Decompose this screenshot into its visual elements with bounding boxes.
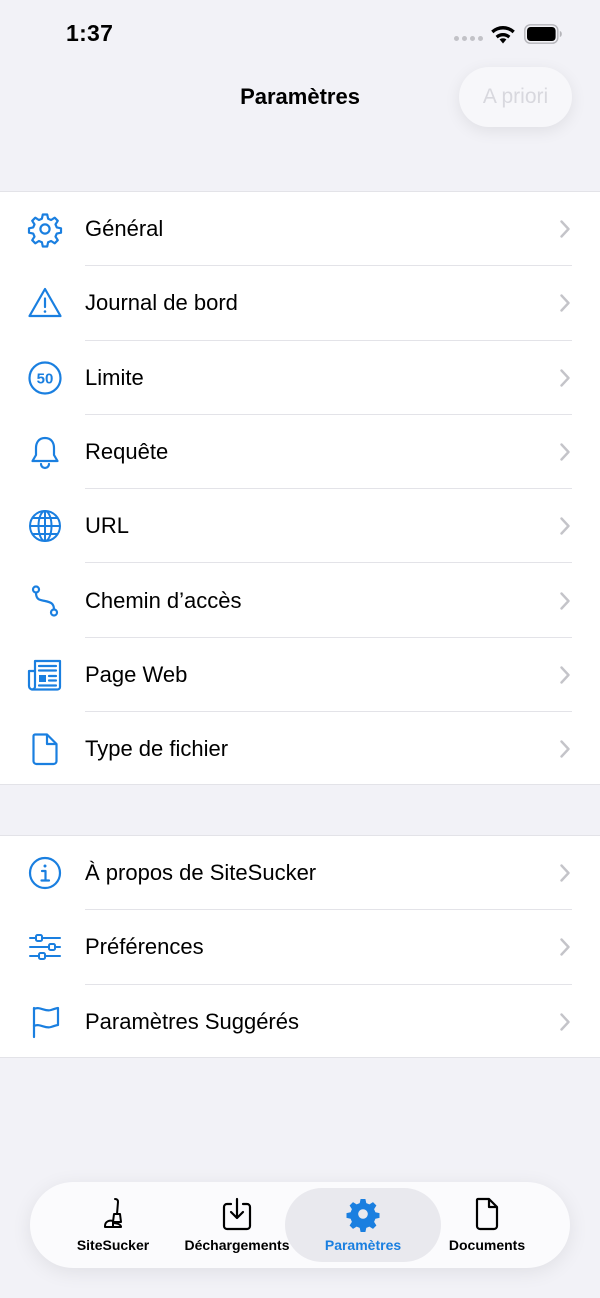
- globe-icon: [26, 507, 64, 545]
- sliders-icon: [26, 928, 64, 966]
- settings-list: Général Journal de bord 50 Limite Requêt…: [0, 191, 600, 785]
- vacuum-icon: [96, 1196, 130, 1232]
- cellular-signal-icon: [454, 36, 483, 42]
- chevron-right-icon: [560, 294, 570, 313]
- status-time: 1:37: [66, 20, 114, 46]
- settings-row-chemin[interactable]: Chemin d’accès: [0, 563, 600, 638]
- settings-row-label: Chemin d’accès: [85, 587, 242, 613]
- path-icon: [26, 582, 64, 620]
- svg-text:50: 50: [37, 370, 54, 387]
- settings-row-label: Général: [85, 216, 164, 242]
- download-tray-icon: [220, 1196, 254, 1232]
- tab-documents[interactable]: Documents: [426, 1182, 548, 1268]
- settings-row-general[interactable]: Général: [0, 192, 600, 267]
- tab-label: Paramètres: [324, 1237, 402, 1253]
- wifi-icon: [491, 26, 515, 44]
- tab-label: SiteSucker: [76, 1237, 150, 1253]
- tab-sitesucker[interactable]: SiteSucker: [52, 1182, 174, 1268]
- settings-row-label: Type de fichier: [85, 736, 229, 762]
- chevron-right-icon: [560, 1013, 570, 1031]
- chevron-right-icon: [560, 938, 570, 957]
- newspaper-icon: [26, 656, 64, 694]
- app-row-label: Préférences: [85, 934, 204, 960]
- settings-row-type-fichier[interactable]: Type de fichier: [0, 712, 600, 786]
- chevron-right-icon: [560, 220, 570, 238]
- speed-limit-50-icon: 50: [26, 359, 64, 397]
- app-row-label: À propos de SiteSucker: [85, 860, 317, 886]
- settings-row-label: Limite: [85, 364, 144, 390]
- document-icon: [26, 730, 64, 768]
- tab-parametres[interactable]: Paramètres: [302, 1182, 424, 1268]
- document-icon: [470, 1196, 504, 1232]
- tab-label: Documents: [448, 1237, 526, 1253]
- warning-triangle-icon: [26, 284, 64, 322]
- gear-icon: [346, 1196, 380, 1232]
- app-list: À propos de SiteSucker Préférences Param…: [0, 835, 600, 1058]
- status-bar: 1:37: [0, 0, 600, 66]
- app-row-preferences[interactable]: Préférences: [0, 910, 600, 985]
- settings-row-journal[interactable]: Journal de bord: [0, 266, 600, 341]
- tab-dechargements[interactable]: Déchargements: [176, 1182, 298, 1268]
- settings-row-limite[interactable]: 50 Limite: [0, 341, 600, 415]
- chevron-right-icon: [560, 517, 570, 536]
- chevron-right-icon: [560, 666, 570, 684]
- app-row-label: Paramètres Suggérés: [85, 1008, 299, 1034]
- gear-icon: [26, 210, 64, 248]
- settings-row-page-web[interactable]: Page Web: [0, 638, 600, 713]
- info-icon: [26, 854, 64, 892]
- settings-row-label: Requête: [85, 439, 169, 465]
- settings-row-url[interactable]: URL: [0, 489, 600, 564]
- chevron-right-icon: [560, 864, 570, 882]
- app-row-about[interactable]: À propos de SiteSucker: [0, 836, 600, 911]
- tab-label: Déchargements: [184, 1237, 290, 1253]
- a-priori-button[interactable]: A priori: [459, 67, 572, 127]
- battery-icon: [524, 24, 562, 44]
- flag-icon: [26, 1003, 64, 1041]
- tab-bar: SiteSucker Déchargements Paramètres Docu…: [30, 1182, 570, 1268]
- chevron-right-icon: [560, 591, 570, 610]
- chevron-right-icon: [560, 369, 570, 387]
- settings-row-label: Journal de bord: [85, 290, 238, 316]
- chevron-right-icon: [560, 740, 570, 758]
- settings-row-label: URL: [85, 513, 130, 539]
- bell-icon: [26, 433, 64, 471]
- settings-row-requete[interactable]: Requête: [0, 415, 600, 490]
- chevron-right-icon: [560, 443, 570, 461]
- settings-row-label: Page Web: [85, 661, 188, 687]
- app-row-suggested[interactable]: Paramètres Suggérés: [0, 985, 600, 1059]
